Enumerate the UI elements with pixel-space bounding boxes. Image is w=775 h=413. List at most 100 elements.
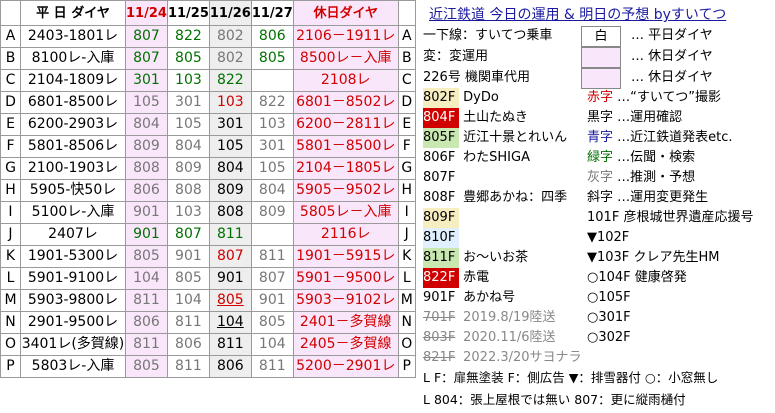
row-letter: H (0, 179, 21, 202)
legend-desc: … 平日ダイヤ (631, 28, 713, 43)
row-letter: D (397, 91, 416, 114)
legend-item: 変：変運用 (423, 49, 489, 64)
header-weekday: 平 日 ダイヤ (20, 0, 126, 26)
car-cell: 104 (250, 333, 294, 356)
weekday-service: 2403-1801レ (20, 25, 126, 48)
note-line: L F：扉無塗装 F：側広告 ▼：排雪器付 ○：小窓無し (423, 370, 719, 385)
car-cell: 804 (166, 135, 210, 158)
car-cell: 807 (166, 223, 210, 246)
row-letter: P (397, 355, 416, 378)
car-item: 701F 2019.8/19陸送 (423, 310, 556, 325)
car-cell: 822 (166, 25, 210, 48)
car-cell: 901 (125, 201, 168, 224)
car-tag: ▼103F クレア先生HM (587, 250, 720, 265)
car-tag: ▼102F (587, 230, 630, 245)
schedule-table: 平 日 ダイヤ 11/24 11/25 11/26 11/27 休日ダイヤ A2… (0, 0, 416, 378)
car-cell: 811 (250, 245, 294, 268)
row-letter: I (397, 201, 416, 224)
row-letter: N (0, 311, 21, 334)
row-letter: J (397, 223, 416, 246)
car-cell: 806 (125, 179, 168, 202)
car-cell: 809 (125, 135, 168, 158)
header-date: 11/26 (208, 0, 252, 26)
car-cell: 822 (250, 91, 294, 114)
table-row: J 2407レ 901 807 811 2116レ J (0, 223, 416, 246)
car-cell: 805 (208, 289, 252, 312)
weekday-service: 5801-8506レ (20, 135, 126, 158)
car-cell: 807 (125, 47, 168, 70)
row-letter: E (0, 113, 21, 136)
car-cell: 811 (208, 333, 252, 356)
row-letter: D (0, 91, 21, 114)
car-cell: 806 (250, 25, 294, 48)
car-cell: 804 (250, 179, 294, 202)
car-cell: 802 (208, 47, 252, 70)
car-cell: 809 (208, 179, 252, 202)
car-cell: 301 (166, 91, 210, 114)
car-cell: 901 (208, 267, 252, 290)
car-cell: 807 (208, 245, 252, 268)
legend-swatch: 白 (581, 26, 621, 47)
weekday-service: 5903-9800レ (20, 289, 126, 312)
car-cell: 301 (125, 69, 168, 92)
car-cell: 805 (250, 311, 294, 334)
holiday-service: 5801－8500レ (292, 135, 399, 158)
weekday-service: 6801-8500レ (20, 91, 126, 114)
car-tag: ○104F 健康啓発 (587, 270, 687, 285)
holiday-service: 2401－多賀線 (292, 311, 399, 334)
holiday-service: 2108レ (292, 69, 399, 92)
car-item: 810F (423, 228, 459, 248)
table-row: M 5903-9800レ 811 104 805 901 5903－9102レ M (0, 289, 416, 312)
car-cell: 805 (166, 267, 210, 290)
row-letter: K (397, 245, 416, 268)
row-letter: G (0, 157, 21, 180)
row-letter: F (0, 135, 21, 158)
weekday-service: 8100レ-入庫 (20, 47, 126, 70)
car-tag: 青字 …近江鉄道発表etc. (587, 130, 733, 145)
car-cell: 103 (208, 91, 252, 114)
car-cell: 103 (250, 113, 294, 136)
car-tag: 赤字 …“すいてつ”撮影 (587, 90, 721, 105)
car-cell: 807 (125, 25, 168, 48)
row-letter: P (0, 355, 21, 378)
car-item: 809F (423, 208, 459, 228)
car-cell: 807 (250, 267, 294, 290)
header-holiday: 休日ダイヤ (292, 0, 399, 26)
weekday-service: 2100-1903レ (20, 157, 126, 180)
car-cell: 811 (125, 333, 168, 356)
car-cell: 105 (166, 113, 210, 136)
car-cell: 811 (125, 289, 168, 312)
car-cell: 805 (125, 355, 168, 378)
legend-swatch (581, 47, 621, 68)
car-tag: 灰字 …推測・予想 (587, 170, 696, 185)
row-letter: G (397, 157, 416, 180)
table-row: I 5100レ-入庫 901 103 808 809 5805レ－入庫 I (0, 201, 416, 224)
car-item: 803F 2020.11/6陸送 (423, 330, 556, 345)
car-cell: 811 (250, 355, 294, 378)
car-cell: 901 (166, 245, 210, 268)
holiday-service: 2104－1805レ (292, 157, 399, 180)
legend-swatch (581, 68, 621, 89)
car-cell: 901 (125, 223, 168, 246)
weekday-service: 5803レ-入庫 (20, 355, 126, 378)
car-item: 802F DyDo (423, 88, 499, 108)
car-item: 811F お〜いお茶 (423, 248, 528, 268)
car-item: 806F わたSHIGA (423, 148, 530, 168)
holiday-service: 5905－9502レ (292, 179, 399, 202)
car-item: 805F 近江十景とれいん (423, 128, 567, 148)
car-cell: 301 (208, 113, 252, 136)
table-row: L 5901-9100レ 104 805 901 807 5901－9500レ L (0, 267, 416, 290)
car-cell: 805 (250, 47, 294, 70)
car-cell: 822 (208, 69, 252, 92)
car-item: 822F 赤電 (423, 268, 489, 288)
legend-desc: … 休日ダイヤ (631, 70, 713, 85)
car-cell: 806 (208, 355, 252, 378)
row-letter: L (397, 267, 416, 290)
car-cell: 901 (250, 289, 294, 312)
weekday-service: 5100レ-入庫 (20, 201, 126, 224)
row-letter: M (0, 289, 21, 312)
weekday-service: 3401レ(多賀線) (20, 333, 126, 356)
car-cell: 104 (208, 311, 252, 334)
row-letter: F (397, 135, 416, 158)
legend-panel: 近江鉄道 今日の運用 & 明日の予想 byすいてつ 一下線：すいてつ乗車 白 … 平… (421, 0, 775, 413)
